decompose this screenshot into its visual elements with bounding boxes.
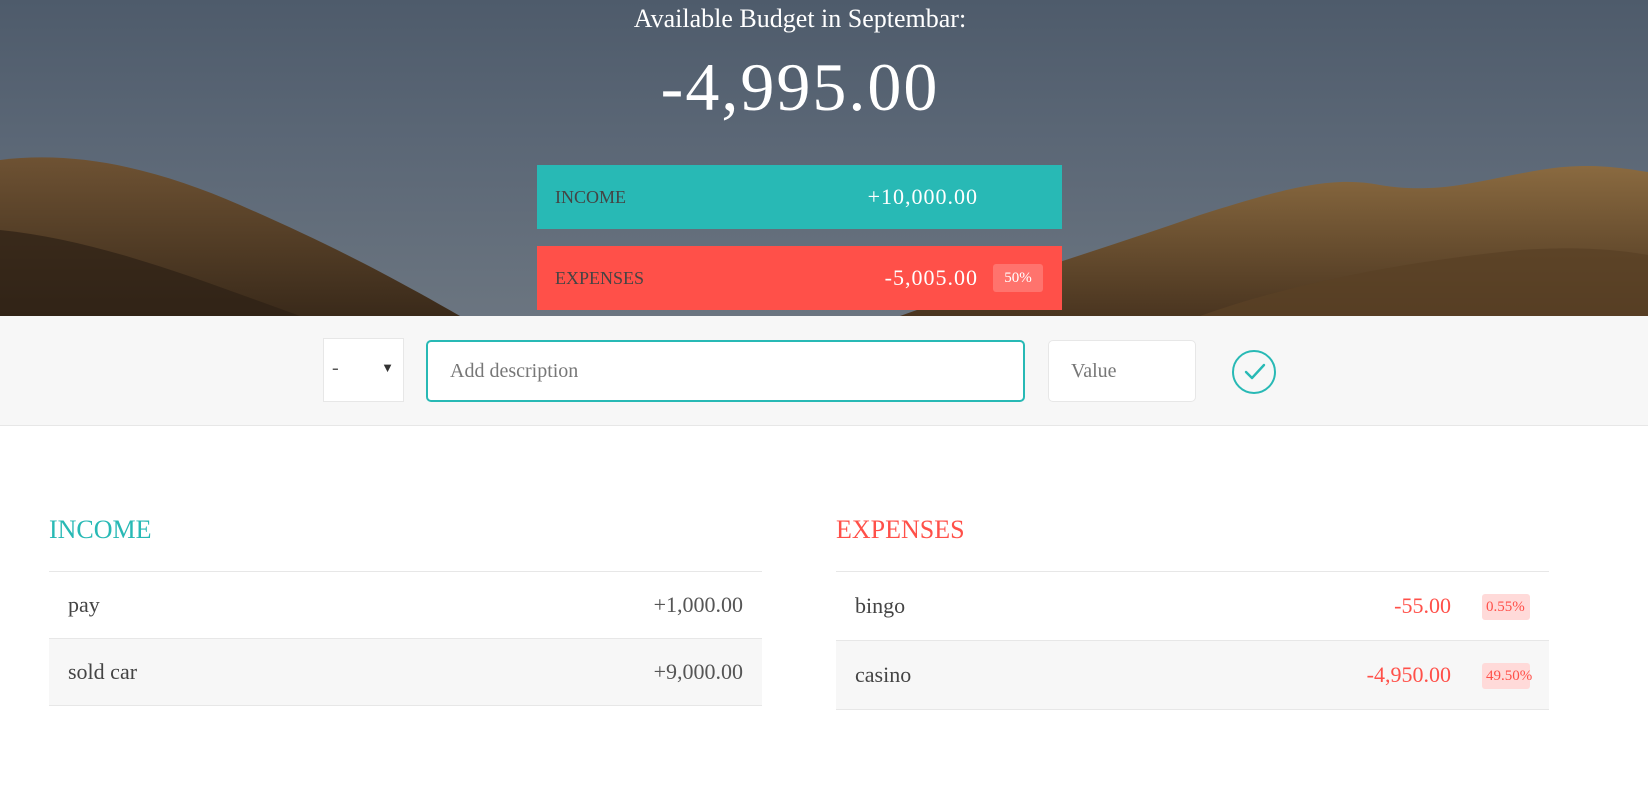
- list-item[interactable]: sold car +9,000.00: [49, 639, 762, 706]
- item-value: +9,000.00: [653, 659, 743, 684]
- item-description: pay: [68, 592, 100, 617]
- expenses-summary-label: Expenses: [555, 268, 645, 288]
- expenses-list: Expenses bingo -55.00 0.55% casino -4,95…: [836, 515, 1549, 710]
- item-value: -4,950.00: [1366, 662, 1451, 687]
- check-icon: [1244, 363, 1266, 380]
- expenses-summary-value: -5,005.00: [884, 265, 978, 290]
- budget-title: Available Budget in Septembar:: [633, 4, 967, 33]
- list-item[interactable]: casino -4,950.00 49.50%: [836, 641, 1549, 710]
- item-description: casino: [855, 662, 912, 687]
- income-list-title: Income: [49, 515, 762, 572]
- budget-value: -4,995.00: [660, 49, 940, 125]
- income-summary: Income +10,000.00: [537, 165, 1062, 229]
- type-select[interactable]: - ▼: [323, 338, 404, 402]
- item-value: +1,000.00: [653, 592, 743, 617]
- expenses-list-title: Expenses: [836, 515, 1549, 572]
- add-item-bar: - ▼: [0, 316, 1648, 426]
- item-percentage-badge: 0.55%: [1482, 594, 1530, 620]
- expenses-percentage-badge: 50%: [993, 264, 1043, 292]
- item-description: bingo: [855, 593, 906, 618]
- description-input[interactable]: [426, 340, 1025, 402]
- value-input[interactable]: [1048, 340, 1196, 402]
- expenses-summary: Expenses -5,005.00 50%: [537, 246, 1062, 310]
- income-list: Income pay +1,000.00 sold car +9,000.00: [49, 515, 762, 706]
- income-summary-label: Income: [555, 187, 626, 207]
- item-description: sold car: [68, 659, 138, 684]
- item-value: -55.00: [1394, 593, 1451, 618]
- list-item[interactable]: bingo -55.00 0.55%: [836, 572, 1549, 641]
- dropdown-arrow-icon: ▼: [381, 360, 394, 375]
- type-select-value: -: [332, 357, 339, 379]
- list-item[interactable]: pay +1,000.00: [49, 572, 762, 639]
- item-percentage-badge: 49.50%: [1482, 663, 1532, 689]
- add-button[interactable]: [1232, 350, 1276, 394]
- income-summary-value: +10,000.00: [867, 184, 978, 209]
- budget-header: Available Budget in Septembar: -4,995.00…: [0, 0, 1648, 316]
